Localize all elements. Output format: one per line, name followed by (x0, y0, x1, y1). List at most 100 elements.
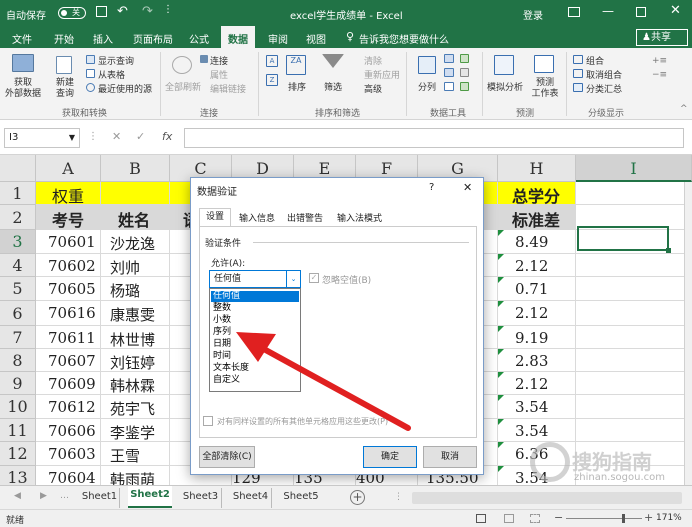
apply-all-checkbox[interactable] (203, 416, 213, 426)
cell-id[interactable]: 70616 (48, 304, 96, 322)
share-button[interactable]: ♟共享 (636, 29, 688, 46)
row-header-6[interactable]: 6 (0, 301, 36, 326)
undo-icon[interactable]: ↶ (117, 4, 128, 19)
flash-fill-icon[interactable] (444, 54, 454, 63)
option-list[interactable]: 序列 (211, 327, 299, 338)
error-indicator-icon[interactable] (498, 372, 504, 378)
help-icon[interactable]: ? (429, 182, 434, 193)
from-table-button[interactable]: 从表格 (98, 68, 125, 81)
cell-id[interactable]: 70602 (48, 257, 96, 275)
cell-stddev[interactable]: 8.49 (515, 233, 548, 251)
ok-button[interactable]: 确定 (363, 446, 417, 468)
ribbon-display-icon[interactable] (568, 7, 580, 17)
maximize-icon[interactable] (636, 7, 646, 17)
enter-icon[interactable]: ✓ (136, 130, 145, 143)
data-validation-icon[interactable] (444, 82, 454, 91)
select-all-corner[interactable] (0, 155, 36, 182)
cell-name[interactable]: 王雪 (110, 445, 140, 466)
ungroup-button[interactable]: 取消组合 (586, 68, 622, 81)
column-header-b[interactable]: B (101, 155, 170, 182)
option-time[interactable]: 时间 (211, 351, 299, 362)
tab-file[interactable]: 文件 (12, 31, 32, 46)
tab-home[interactable]: 开始 (54, 31, 74, 46)
cell-stddev[interactable]: 2.12 (515, 304, 548, 322)
what-if-button[interactable]: 模拟分析 (487, 80, 523, 93)
column-header-h[interactable]: H (498, 155, 576, 182)
tab-settings[interactable]: 设置 (199, 208, 231, 226)
row-header-2[interactable]: 2 (0, 205, 36, 230)
recent-sources-button[interactable]: 最近使用的源 (98, 82, 152, 95)
customize-toolbar-icon[interactable]: ⋮ (163, 4, 173, 15)
get-external-data-button[interactable]: 获取 外部数据 (5, 78, 41, 100)
sort-za-icon[interactable]: Z (266, 74, 278, 86)
relationships-icon[interactable] (460, 68, 469, 77)
cell-stddev[interactable]: 2.12 (515, 375, 548, 393)
normal-view-icon[interactable] (476, 514, 486, 523)
option-any-value[interactable]: 任何值 (211, 291, 299, 302)
sheet-tab-2[interactable]: Sheet2 (128, 486, 172, 508)
cell-id[interactable]: 70612 (48, 398, 96, 416)
row-header-5[interactable]: 5 (0, 277, 36, 301)
option-date[interactable]: 日期 (211, 339, 299, 350)
cell-id[interactable]: 70601 (48, 233, 96, 251)
cell-stddev[interactable]: 9.19 (515, 329, 548, 347)
add-sheet-icon[interactable]: + (350, 490, 365, 505)
properties-button[interactable]: 属性 (210, 68, 228, 81)
cell-id[interactable]: 70611 (48, 329, 96, 347)
connections-button[interactable]: 连接 (210, 54, 228, 67)
error-indicator-icon[interactable] (498, 442, 504, 448)
allow-select[interactable]: 任何值 ⌄ (209, 270, 301, 288)
column-header-a[interactable]: A (36, 155, 101, 182)
text-to-columns-button[interactable]: 分列 (418, 80, 436, 93)
tab-view[interactable]: 视图 (306, 31, 326, 46)
cell-id[interactable]: 70606 (48, 422, 96, 440)
close-window-icon[interactable]: ✕ (670, 3, 681, 18)
error-indicator-icon[interactable] (498, 326, 504, 332)
allow-dropdown-list[interactable]: 任何值 整数 小数 序列 日期 时间 文本长度 自定义 (209, 288, 301, 392)
show-detail-icon[interactable]: +≡ (652, 56, 667, 66)
manage-data-model-icon[interactable] (460, 82, 469, 91)
sort-az-icon[interactable]: A (266, 55, 278, 67)
cell-stddev[interactable]: 2.12 (515, 257, 548, 275)
row-header-12[interactable]: 12 (0, 442, 36, 466)
row-header-3[interactable]: 3 (0, 230, 36, 254)
row-header-10[interactable]: 10 (0, 395, 36, 419)
tab-error-alert[interactable]: 出错警告 (287, 211, 323, 224)
cell-stddev[interactable]: 0.71 (515, 280, 548, 298)
cell-name[interactable]: 韩林霖 (110, 375, 155, 396)
tab-data[interactable]: 数据 (221, 26, 255, 48)
row-header-4[interactable]: 4 (0, 254, 36, 277)
zoom-in-icon[interactable]: + (644, 511, 653, 524)
option-whole-number[interactable]: 整数 (211, 303, 299, 314)
zoom-level[interactable]: 171% (656, 513, 682, 523)
cell-stddev[interactable]: 2.83 (515, 352, 548, 370)
login-link[interactable]: 登录 (523, 7, 543, 22)
edit-links-button[interactable]: 编辑链接 (210, 82, 246, 95)
tab-ime-mode[interactable]: 输入法模式 (337, 211, 382, 224)
cell-id[interactable]: 70605 (48, 280, 96, 298)
cancel-icon[interactable]: ✕ (112, 130, 121, 143)
cell-name[interactable]: 杨璐 (110, 280, 140, 301)
next-sheet-icon[interactable]: ▶ (40, 491, 47, 501)
name-box[interactable]: I3 ▼ (4, 128, 80, 148)
sheet-tab-4[interactable]: Sheet4 (230, 488, 272, 508)
zoom-out-icon[interactable]: − (554, 511, 563, 524)
fill-handle[interactable] (666, 248, 671, 253)
zoom-slider[interactable] (566, 518, 642, 519)
tab-insert[interactable]: 插入 (93, 31, 113, 46)
minimize-icon[interactable]: — (602, 4, 614, 18)
cell-a1[interactable]: 权重 (52, 183, 84, 207)
collapse-ribbon-icon[interactable]: ^ (680, 104, 688, 114)
cell-name[interactable]: 刘钰婷 (110, 352, 155, 373)
cell-name[interactable]: 李鉴学 (110, 422, 155, 443)
option-decimal[interactable]: 小数 (211, 315, 299, 326)
cell-name[interactable]: 韩雨萌 (110, 469, 155, 485)
column-header-i[interactable]: I (576, 155, 692, 182)
clear-button[interactable]: 清除 (364, 54, 382, 67)
prev-sheet-icon[interactable]: ◀ (14, 491, 21, 501)
cell-h1[interactable]: 总学分 (512, 183, 560, 207)
cell-stddev[interactable]: 3.54 (515, 398, 548, 416)
cell-stddev[interactable]: 3.54 (515, 422, 548, 440)
row-header-1[interactable]: 1 (0, 182, 36, 205)
refresh-all-button[interactable]: 全部刷新 (165, 80, 201, 93)
